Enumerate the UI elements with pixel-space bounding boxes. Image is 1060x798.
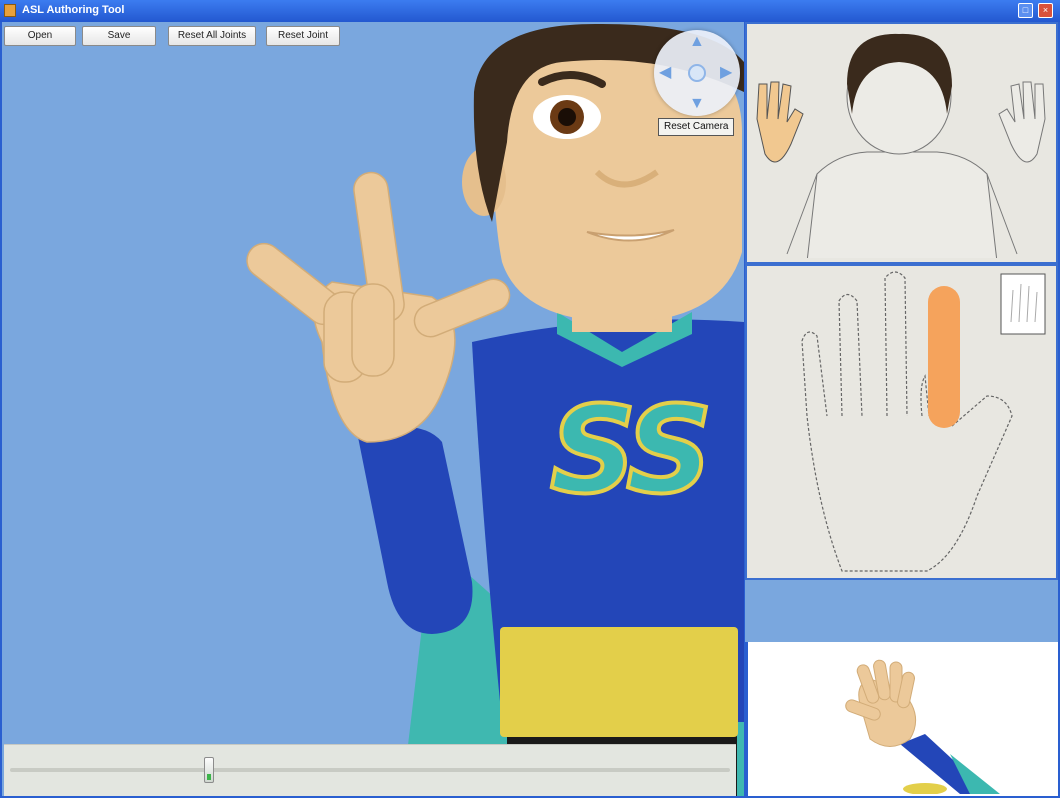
close-button[interactable]: × bbox=[1038, 3, 1053, 18]
timeline-track[interactable] bbox=[10, 768, 730, 772]
viewport-background-strip bbox=[745, 580, 1058, 642]
pose-preview-image bbox=[845, 659, 1000, 794]
left-hand-selected bbox=[756, 81, 804, 163]
app-window: ASL Authoring Tool □ × SS Open Save Rese… bbox=[0, 0, 1060, 798]
avatar-belt bbox=[500, 627, 738, 737]
pose-preview-panel bbox=[748, 642, 1058, 796]
arrow-right-icon[interactable]: ▶ bbox=[720, 65, 732, 81]
reset-camera-button[interactable]: Reset Camera bbox=[658, 118, 735, 136]
arrow-up-icon[interactable]: ▲ bbox=[689, 34, 705, 50]
selected-finger-joint bbox=[928, 286, 960, 428]
camera-nav-control[interactable]: ▲ ▼ ◀ ▶ bbox=[654, 30, 740, 116]
app-icon bbox=[4, 4, 16, 17]
hand-outline-diagram bbox=[801, 271, 1046, 572]
window-title: ASL Authoring Tool bbox=[22, 4, 125, 16]
arrow-down-icon[interactable]: ▼ bbox=[689, 96, 705, 112]
avatar-sleeve bbox=[357, 426, 473, 634]
avatar-3d-viewport[interactable]: SS Open Save Reset All Joints Reset Join… bbox=[2, 22, 744, 796]
reset-all-joints-button[interactable]: Reset All Joints bbox=[168, 26, 256, 46]
save-button[interactable]: Save bbox=[82, 26, 156, 46]
body-outline-diagram bbox=[747, 33, 1056, 262]
reset-joint-button[interactable]: Reset Joint bbox=[266, 26, 340, 46]
right-hand-outline bbox=[998, 81, 1046, 163]
minimize-button[interactable]: □ bbox=[1018, 3, 1033, 18]
hand-thumbnail-button bbox=[1000, 273, 1046, 335]
avatar-scene: SS bbox=[246, 23, 744, 796]
arrow-left-icon[interactable]: ◀ bbox=[659, 65, 671, 81]
title-bar: ASL Authoring Tool □ × bbox=[0, 0, 1060, 22]
hand-selector-panel[interactable] bbox=[745, 264, 1058, 580]
hand-pan-icon[interactable] bbox=[688, 64, 706, 82]
shirt-logo: SS bbox=[550, 382, 707, 521]
timeline-slider-thumb[interactable] bbox=[204, 757, 215, 783]
body-selector-panel[interactable] bbox=[745, 22, 1058, 264]
animation-timeline[interactable] bbox=[4, 744, 736, 796]
open-button[interactable]: Open bbox=[4, 26, 76, 46]
